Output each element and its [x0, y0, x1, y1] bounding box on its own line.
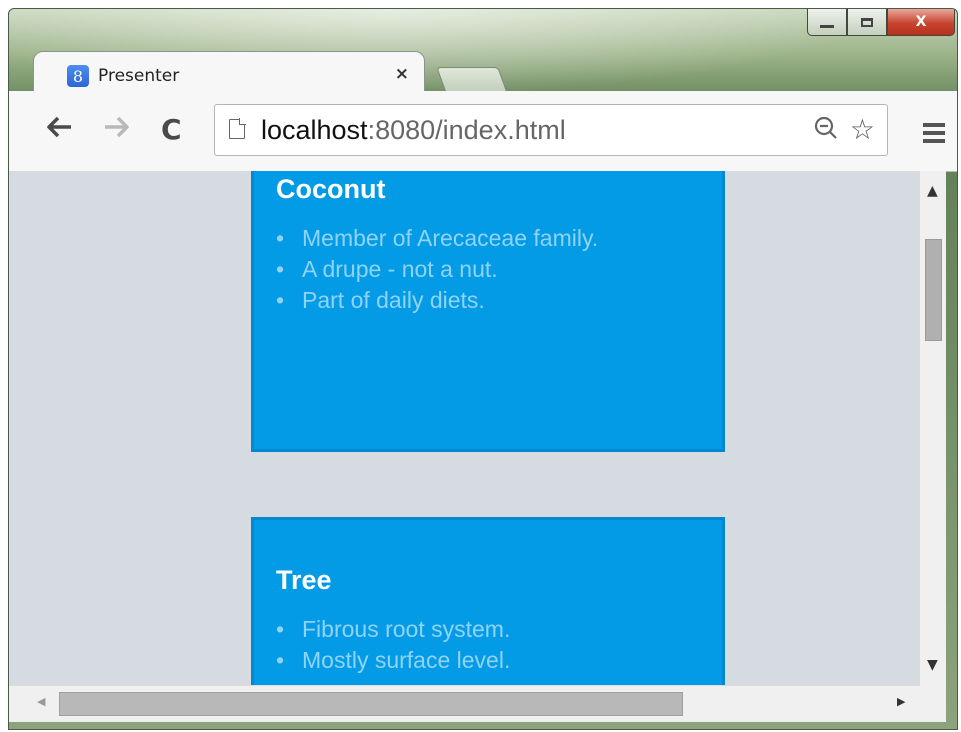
close-window-button[interactable]: X — [887, 9, 955, 36]
tab-close-icon[interactable]: × — [395, 64, 409, 84]
page-viewport: Coconut Member of Arecaceae family. A dr… — [9, 171, 920, 685]
scroll-left-icon[interactable]: ◀ — [37, 695, 45, 708]
card-title: Tree — [276, 565, 332, 595]
minimize-button[interactable] — [807, 9, 847, 36]
list-item: Fibrous root system. — [276, 614, 700, 645]
list-item: Part of daily diets. — [276, 285, 700, 316]
window-controls: X — [807, 9, 955, 39]
url-host: localhost — [261, 115, 368, 145]
forward-arrow-icon[interactable] — [103, 115, 129, 145]
scrollbar-corner — [920, 685, 946, 721]
reload-icon[interactable]: C — [161, 113, 182, 146]
address-bar[interactable]: localhost:8080/index.html ☆ — [214, 104, 888, 156]
card-title: Coconut — [276, 174, 386, 204]
list-item: Mostly surface level. — [276, 645, 700, 676]
bookmark-star-icon[interactable]: ☆ — [850, 113, 875, 146]
horizontal-scrollbar[interactable]: ◀ ▶ — [9, 685, 946, 722]
scroll-up-icon[interactable]: ▲ — [927, 183, 938, 199]
browser-window: X 8 Presenter × C localhost:8080/index.h… — [8, 8, 958, 730]
menu-icon[interactable] — [923, 123, 945, 147]
zoom-icon[interactable] — [813, 115, 839, 147]
scroll-down-icon[interactable]: ▼ — [927, 657, 938, 673]
scroll-right-icon[interactable]: ▶ — [897, 695, 905, 708]
close-icon: X — [915, 14, 927, 30]
vertical-scrollbar[interactable]: ▲ ▼ — [920, 171, 946, 685]
card-coconut: Coconut Member of Arecaceae family. A dr… — [251, 171, 725, 452]
page-icon — [229, 118, 246, 139]
google-favicon-icon: 8 — [67, 65, 89, 87]
vertical-scroll-thumb[interactable] — [925, 239, 942, 341]
list-item: A drupe - not a nut. — [276, 254, 700, 285]
maximize-button[interactable] — [847, 9, 887, 36]
horizontal-scroll-thumb[interactable] — [59, 692, 683, 716]
browser-toolbar: C localhost:8080/index.html ☆ — [9, 91, 957, 172]
list-item: Member of Arecaceae family. — [276, 223, 700, 254]
url-text[interactable]: localhost:8080/index.html — [261, 115, 566, 146]
card-list: Fibrous root system. Mostly surface leve… — [276, 614, 700, 676]
minimize-icon — [820, 24, 834, 28]
maximize-icon — [861, 17, 873, 27]
card-tree: Tree Fibrous root system. Mostly surface… — [251, 517, 725, 685]
tab-title: Presenter — [98, 66, 180, 86]
url-path: :8080/index.html — [367, 115, 566, 145]
card-list: Member of Arecaceae family. A drupe - no… — [276, 223, 700, 316]
back-arrow-icon[interactable] — [47, 115, 73, 145]
